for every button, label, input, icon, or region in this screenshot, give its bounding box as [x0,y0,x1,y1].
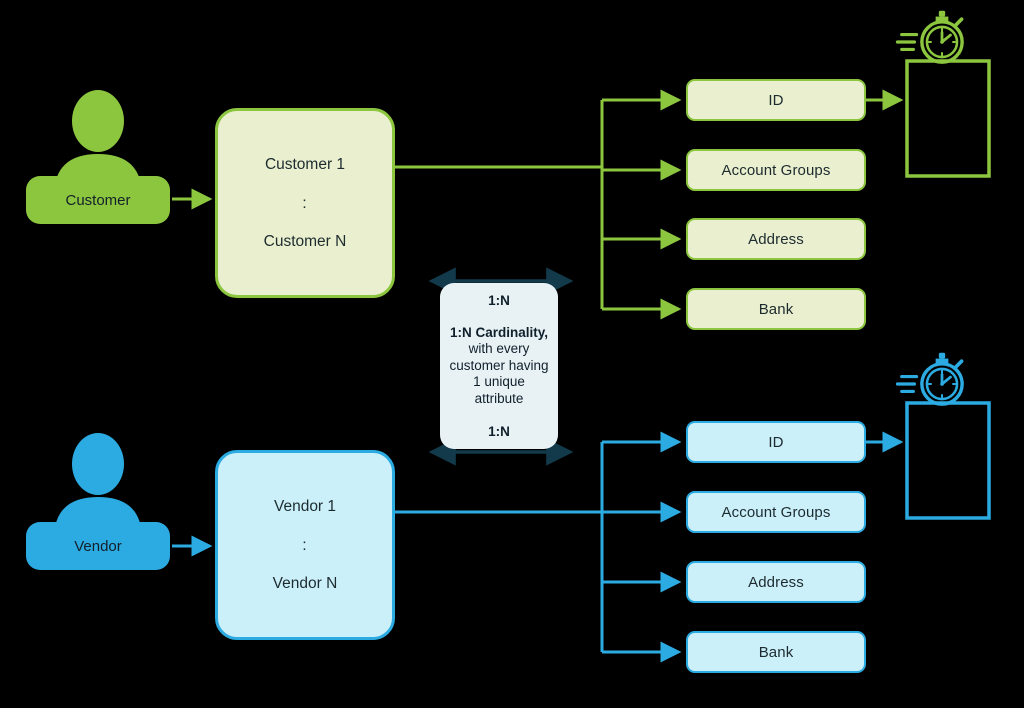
entity-line-last: Vendor N [272,574,338,592]
attribute-label: Account Groups [721,503,831,521]
attribute-label: ID [768,433,784,451]
stopwatch-icon [895,352,964,406]
customer-target-box [905,59,991,178]
attribute-box-account-groups[interactable]: Account Groups [686,149,866,191]
attribute-box-account-groups[interactable]: Account Groups [686,491,866,533]
cardinality-description: 1:N Cardinality, with every customer hav… [448,325,550,407]
attribute-label: Bank [758,300,794,318]
actor-label-text: Customer [65,191,131,209]
cardinality-description-strong: 1:N Cardinality, [449,324,549,340]
cardinality-description-rest: with every customer having 1 unique attr… [449,341,549,406]
entity-line-first: Vendor 1 [273,498,337,516]
entity-box-vendor[interactable]: Vendor 1 : Vendor N [215,450,395,640]
entity-line-last: Customer N [263,232,347,250]
attribute-label: Account Groups [721,161,831,179]
cardinality-top-label: 1:N [488,293,510,308]
entity-line-first: Customer 1 [264,156,346,174]
attribute-box-id[interactable]: ID [686,79,866,121]
diagram-canvas: Customer Customer 1 : Customer N ID Acco… [0,0,1024,708]
entity-line-ellipsis: : [302,195,308,213]
attribute-box-address[interactable]: Address [686,561,866,603]
stopwatch-icon [895,10,964,64]
actor-label-vendor[interactable]: Vendor [26,522,170,570]
cardinality-card: 1:N 1:N Cardinality, with every customer… [440,283,558,449]
attribute-label: ID [768,91,784,109]
attribute-label: Bank [758,643,794,661]
cardinality-bottom-label: 1:N [488,424,510,439]
actor-label-text: Vendor [74,537,122,555]
attribute-box-address[interactable]: Address [686,218,866,260]
attribute-box-bank[interactable]: Bank [686,631,866,673]
attribute-label: Address [748,230,804,248]
vendor-target-box [905,401,991,520]
entity-line-ellipsis: : [302,537,308,555]
entity-box-customer[interactable]: Customer 1 : Customer N [215,108,395,298]
attribute-label: Address [748,573,804,591]
attribute-box-id[interactable]: ID [686,421,866,463]
actor-label-customer[interactable]: Customer [26,176,170,224]
attribute-box-bank[interactable]: Bank [686,288,866,330]
